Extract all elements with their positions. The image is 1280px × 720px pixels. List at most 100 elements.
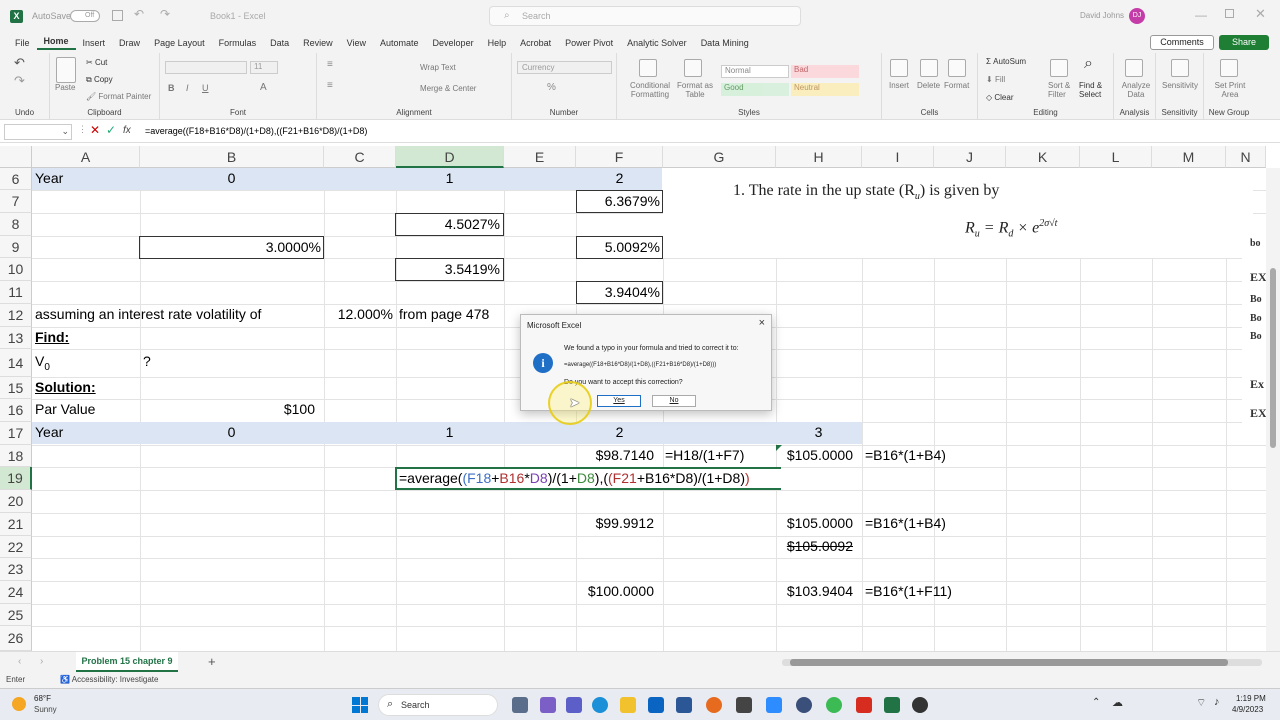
find-select-icon[interactable]: ⌕ — [1084, 55, 1093, 73]
teams-icon[interactable] — [540, 697, 556, 713]
obs-icon[interactable] — [912, 697, 928, 713]
name-box[interactable]: ⌄ — [4, 124, 72, 140]
row-header-20[interactable]: 20 — [0, 490, 32, 513]
find-select-button[interactable]: Find & Select — [1079, 81, 1111, 99]
cell-a13[interactable]: Find: — [35, 327, 69, 348]
format-as-table-button[interactable]: Format as Table — [677, 81, 713, 99]
cell-d17[interactable]: 1 — [396, 422, 503, 443]
analyze-data-button[interactable]: Analyze Data — [1120, 81, 1152, 99]
clear-button[interactable]: ◇ Clear — [986, 93, 1014, 102]
zoom-icon[interactable] — [766, 697, 782, 713]
dialog-close-icon[interactable]: × — [759, 317, 765, 329]
excel-taskbar-icon[interactable] — [884, 697, 900, 713]
font-color-icon[interactable]: A — [260, 82, 267, 93]
insert-cells-icon[interactable] — [890, 59, 908, 77]
cell-f17[interactable]: 2 — [577, 422, 662, 443]
column-header-d[interactable]: D — [396, 146, 504, 168]
underline-button[interactable]: U — [202, 83, 209, 93]
set-print-area-icon[interactable] — [1220, 59, 1238, 77]
select-all-corner[interactable] — [0, 146, 32, 168]
column-header-c[interactable]: C — [324, 146, 396, 168]
italic-button[interactable]: I — [186, 83, 189, 93]
windows-start-icon[interactable] — [352, 697, 368, 713]
cell-a6[interactable]: Year — [35, 168, 63, 189]
conditional-formatting-button[interactable]: Conditional Formatting — [627, 81, 673, 99]
format-as-table-icon[interactable] — [684, 59, 702, 77]
wrap-text-button[interactable]: Wrap Text — [420, 63, 456, 72]
sheet-tab-active[interactable]: Problem 15 chapter 9 — [76, 652, 178, 672]
cell-i21[interactable]: =B16*(1+B4) — [865, 513, 946, 534]
tab-review[interactable]: Review — [296, 38, 340, 48]
tab-file[interactable]: File — [8, 38, 37, 48]
row-header-15[interactable]: 15 — [0, 377, 32, 399]
next-sheet-icon[interactable]: › — [40, 656, 43, 667]
tab-acrobat[interactable]: Acrobat — [513, 38, 558, 48]
add-sheet-icon[interactable]: + — [208, 654, 216, 669]
sensitivity-button[interactable]: Sensitivity — [1162, 81, 1198, 90]
cell-d19[interactable]: =average((F18+B16*D8)/(1+D8),((F21+B16*D… — [399, 468, 750, 489]
app-icon[interactable] — [796, 697, 812, 713]
cell-d10[interactable]: 3.5419% — [396, 259, 500, 280]
vertical-scrollbar[interactable] — [1266, 168, 1280, 651]
cell-f18[interactable]: $98.7140 — [577, 445, 654, 466]
cell-i24[interactable]: =B16*(1+F11) — [865, 581, 952, 602]
bold-button[interactable]: B — [168, 83, 175, 93]
set-print-area-button[interactable]: Set Print Area — [1212, 81, 1248, 99]
file-explorer-icon[interactable] — [620, 697, 636, 713]
share-button[interactable]: Share — [1219, 35, 1269, 50]
taskbar-search[interactable]: ⌕ Search — [378, 694, 498, 716]
redo-title-icon[interactable]: ↷ — [160, 7, 170, 21]
acrobat-icon[interactable] — [856, 697, 872, 713]
row-header-11[interactable]: 11 — [0, 281, 32, 304]
row-header-12[interactable]: 12 — [0, 304, 32, 327]
undo-icon[interactable]: ↶ — [14, 55, 25, 71]
delete-cells-button[interactable]: Delete — [917, 81, 940, 90]
confirm-entry-icon[interactable]: ✓ — [106, 123, 116, 137]
cancel-entry-icon[interactable]: ✕ — [90, 123, 100, 137]
row-header-10[interactable]: 10 — [0, 258, 32, 281]
row-header-22[interactable]: 22 — [0, 536, 32, 558]
row-header-8[interactable]: 8 — [0, 213, 32, 236]
analyze-data-icon[interactable] — [1125, 59, 1143, 77]
cell-f9[interactable]: 5.0092% — [577, 237, 660, 258]
cell-f6[interactable]: 2 — [577, 168, 662, 189]
row-header-16[interactable]: 16 — [0, 399, 32, 422]
cell-d6[interactable]: 1 — [396, 168, 503, 189]
row-header-7[interactable]: 7 — [0, 190, 32, 213]
font-name-dropdown[interactable] — [165, 61, 247, 74]
tab-draw[interactable]: Draw — [112, 38, 147, 48]
cell-i18[interactable]: =B16*(1+B4) — [865, 445, 946, 466]
row-header-23[interactable]: 23 — [0, 558, 32, 581]
row-header-13[interactable]: 13 — [0, 327, 32, 349]
autosum-button[interactable]: Σ AutoSum — [986, 57, 1026, 66]
style-normal[interactable]: Normal — [721, 65, 789, 78]
search-box[interactable]: ⌕ Search — [489, 6, 801, 26]
close-window-icon[interactable]: ✕ — [1255, 6, 1266, 22]
tab-power-pivot[interactable]: Power Pivot — [558, 38, 620, 48]
tab-developer[interactable]: Developer — [426, 38, 481, 48]
format-cells-button[interactable]: Format — [944, 81, 969, 90]
cell-a16[interactable]: Par Value — [35, 399, 95, 420]
column-header-i[interactable]: I — [862, 146, 934, 168]
format-cells-icon[interactable] — [948, 59, 966, 77]
row-header-18[interactable]: 18 — [0, 445, 32, 467]
column-header-f[interactable]: F — [576, 146, 663, 168]
sort-filter-button[interactable]: Sort & Filter — [1048, 81, 1074, 99]
tab-page-layout[interactable]: Page Layout — [147, 38, 212, 48]
sort-filter-icon[interactable] — [1050, 59, 1068, 77]
chrome-icon[interactable] — [826, 697, 842, 713]
accessibility-status[interactable]: ♿ Accessibility: Investigate — [60, 675, 158, 684]
cell-b6[interactable]: 0 — [140, 168, 323, 189]
formula-input[interactable]: =average((F18+B16*D8)/(1+D8),((F21+B16*D… — [145, 126, 367, 136]
row-header-24[interactable]: 24 — [0, 581, 32, 604]
fill-button[interactable]: ⬇ Fill — [986, 75, 1005, 84]
number-format-dropdown[interactable]: Currency — [517, 61, 612, 74]
comments-button[interactable]: Comments — [1150, 35, 1214, 50]
style-neutral[interactable]: Neutral — [791, 83, 859, 96]
tab-help[interactable]: Help — [481, 38, 514, 48]
cell-h24[interactable]: $103.9404 — [777, 581, 853, 602]
cell-a17[interactable]: Year — [35, 422, 63, 443]
insert-cells-button[interactable]: Insert — [889, 81, 909, 90]
column-header-k[interactable]: K — [1006, 146, 1080, 168]
cell-f7[interactable]: 6.3679% — [577, 191, 660, 212]
